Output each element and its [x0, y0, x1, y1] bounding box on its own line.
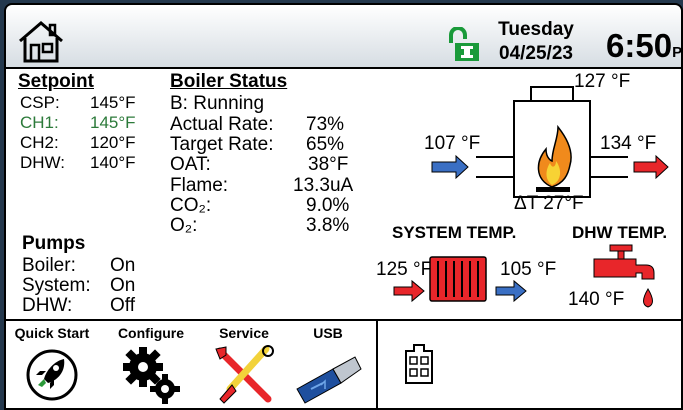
pump-value: On: [110, 275, 136, 296]
inlet-temp: 107 °F: [424, 133, 481, 154]
usb-button[interactable]: USB: [290, 321, 366, 410]
pump-label: Boiler:: [22, 255, 76, 276]
stack-temp: 127 °F: [574, 71, 631, 92]
unlocked-icon[interactable]: [447, 27, 481, 63]
setpoint-value: 120°F: [90, 133, 136, 152]
status-value: 13.3uA: [293, 175, 354, 196]
dhw-temp-title: DHW TEMP.: [572, 223, 668, 242]
status-label: Actual Rate:: [170, 114, 274, 135]
status-label: O₂:: [170, 215, 198, 236]
pump-value: On: [110, 255, 136, 276]
inlet-arrow-icon: [431, 154, 469, 180]
menu-bar: Quick Start Configure Service USB: [4, 321, 683, 410]
menu-label: USB: [313, 325, 343, 341]
configure-button[interactable]: Configure: [106, 321, 196, 410]
flue-pipe: [530, 86, 574, 102]
home-icon[interactable]: [16, 19, 66, 65]
quick-start-button[interactable]: Quick Start: [12, 321, 92, 410]
clock: 6:50PM: [606, 27, 683, 65]
status-value: 73%: [306, 114, 345, 135]
outlet-temp: 134 °F: [600, 133, 657, 154]
status-value: 3.8%: [306, 215, 350, 236]
menu-divider: [376, 321, 378, 410]
setpoint-label: CH2:: [20, 133, 59, 152]
status-value: 38°F: [308, 154, 349, 175]
date-label: 04/25/23: [499, 43, 573, 64]
pump-value: Off: [110, 295, 135, 316]
setpoint-value: 145°F: [90, 113, 136, 132]
menu-label: Quick Start: [14, 325, 90, 341]
header-bar: Tuesday 04/25/23 6:50PM: [4, 3, 683, 69]
building-icon[interactable]: [404, 343, 434, 385]
menu-label: Configure: [117, 325, 185, 341]
day-label: Tuesday: [498, 19, 574, 40]
system-temp-title: SYSTEM TEMP.: [392, 223, 517, 242]
pumps-title: Pumps: [22, 233, 86, 254]
dhw-temp: 140 °F: [568, 289, 625, 310]
radiator-diagram: [393, 256, 527, 303]
status-label: Flame:: [170, 175, 229, 196]
gears-icon: [123, 347, 180, 404]
setpoint-value: 140°F: [90, 153, 136, 172]
delta-t: ΔT 27°F: [514, 193, 584, 214]
system-return-arrow-icon: [495, 279, 527, 303]
status-value: 9.0%: [306, 195, 350, 216]
setpoint-label: DHW:: [20, 153, 66, 172]
pump-label: System:: [22, 275, 91, 296]
menu-label: Service: [219, 325, 269, 341]
setpoint-value: 145°F: [90, 93, 136, 112]
boiler-status-title: Boiler Status: [170, 71, 288, 92]
outlet-arrow-icon: [633, 154, 669, 180]
setpoint-title: Setpoint: [18, 71, 94, 92]
pump-label: DHW:: [22, 295, 73, 316]
tools-icon: [215, 345, 274, 404]
status-label: CO₂:: [170, 195, 212, 216]
setpoint-label: CH1:: [20, 113, 59, 132]
status-panel: Setpoint CSP: 145°F CH1: 145°F CH2: 120°…: [4, 69, 683, 321]
status-label: OAT:: [170, 154, 211, 175]
status-label: Target Rate:: [170, 134, 274, 155]
clock-ampm: PM: [672, 44, 683, 61]
burner: [536, 187, 570, 192]
status-value: 65%: [306, 134, 345, 155]
setpoint-label: CSP:: [20, 93, 60, 112]
boiler-screen: Tuesday 04/25/23 6:50PM Setpoint CSP: 14…: [0, 0, 683, 410]
system-supply-arrow-icon: [393, 279, 425, 303]
boiler-state: B: Running: [170, 93, 265, 114]
clock-time: 6:50: [606, 27, 673, 64]
service-button[interactable]: Service: [206, 321, 282, 410]
rocket-icon: [26, 349, 78, 401]
usb-drive-icon: [296, 356, 362, 404]
